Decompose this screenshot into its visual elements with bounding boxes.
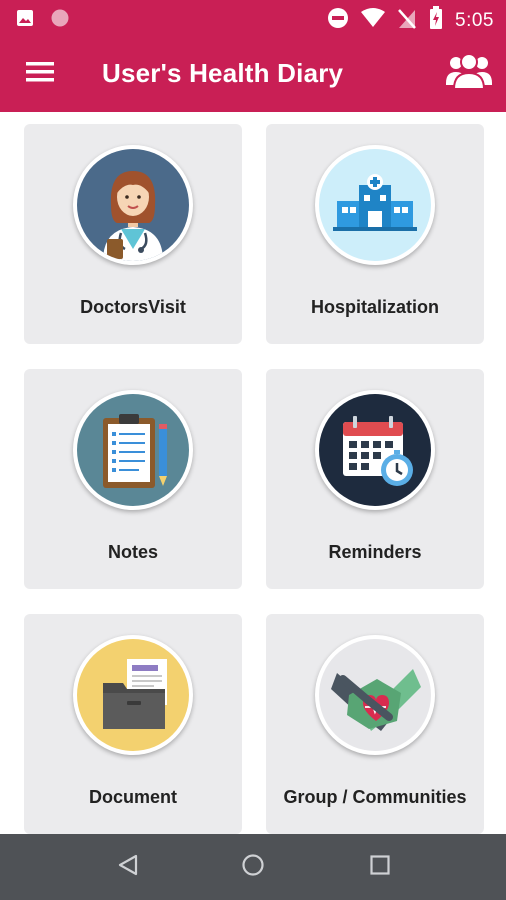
hands-heart-icon (319, 639, 431, 751)
wifi-icon (361, 8, 386, 33)
do-not-disturb-icon (327, 7, 349, 34)
card-icon-frame (73, 145, 193, 265)
card-label: DoctorsVisit (80, 297, 186, 317)
card-label: Notes (107, 542, 158, 562)
calendar-reminder-icon (319, 394, 431, 506)
menu-icon (25, 61, 55, 88)
card-reminders[interactable]: Reminders (266, 369, 484, 589)
group-button[interactable] (444, 50, 494, 96)
image-icon (16, 9, 34, 32)
document-folder-icon (77, 639, 189, 751)
back-icon (116, 853, 140, 882)
card-icon-frame (315, 145, 435, 265)
card-notes[interactable]: Notes (24, 369, 242, 589)
card-label: Reminders (328, 542, 422, 562)
card-icon-frame (315, 635, 435, 755)
home-button[interactable] (233, 848, 273, 886)
card-doctors-visit[interactable]: DoctorsVisit (24, 124, 242, 344)
home-icon (241, 853, 265, 882)
card-icon-frame (73, 390, 193, 510)
clipboard-notes-icon (77, 394, 189, 506)
card-label: Hospitalization (310, 297, 439, 317)
card-icon-frame (315, 390, 435, 510)
card-icon-frame (73, 635, 193, 755)
card-label: Document (88, 787, 177, 807)
card-hospitalization[interactable]: Hospitalization (266, 124, 484, 344)
no-signal-icon (397, 7, 417, 34)
navigation-bar (0, 834, 506, 900)
recents-button[interactable] (360, 848, 400, 886)
card-document[interactable]: Document (24, 614, 242, 834)
app-bar: User's Health Diary (0, 36, 506, 112)
recents-icon (368, 853, 392, 882)
card-label: Group / Communities (283, 787, 467, 807)
back-button[interactable] (108, 848, 148, 886)
status-time: 5:05 (455, 9, 494, 31)
group-icon (445, 51, 493, 96)
status-bar: 5:05 (0, 0, 506, 36)
circle-notification-icon (50, 8, 70, 33)
doctor-icon (77, 149, 189, 261)
menu-button[interactable] (20, 56, 60, 92)
page-title: User's Health Diary (102, 58, 344, 88)
hospital-icon (319, 149, 431, 261)
card-group-communities[interactable]: Group / Communities (266, 614, 484, 834)
battery-icon (429, 6, 443, 35)
dashboard-grid: DoctorsVisit Hospitalization Notes Remin… (0, 112, 506, 834)
